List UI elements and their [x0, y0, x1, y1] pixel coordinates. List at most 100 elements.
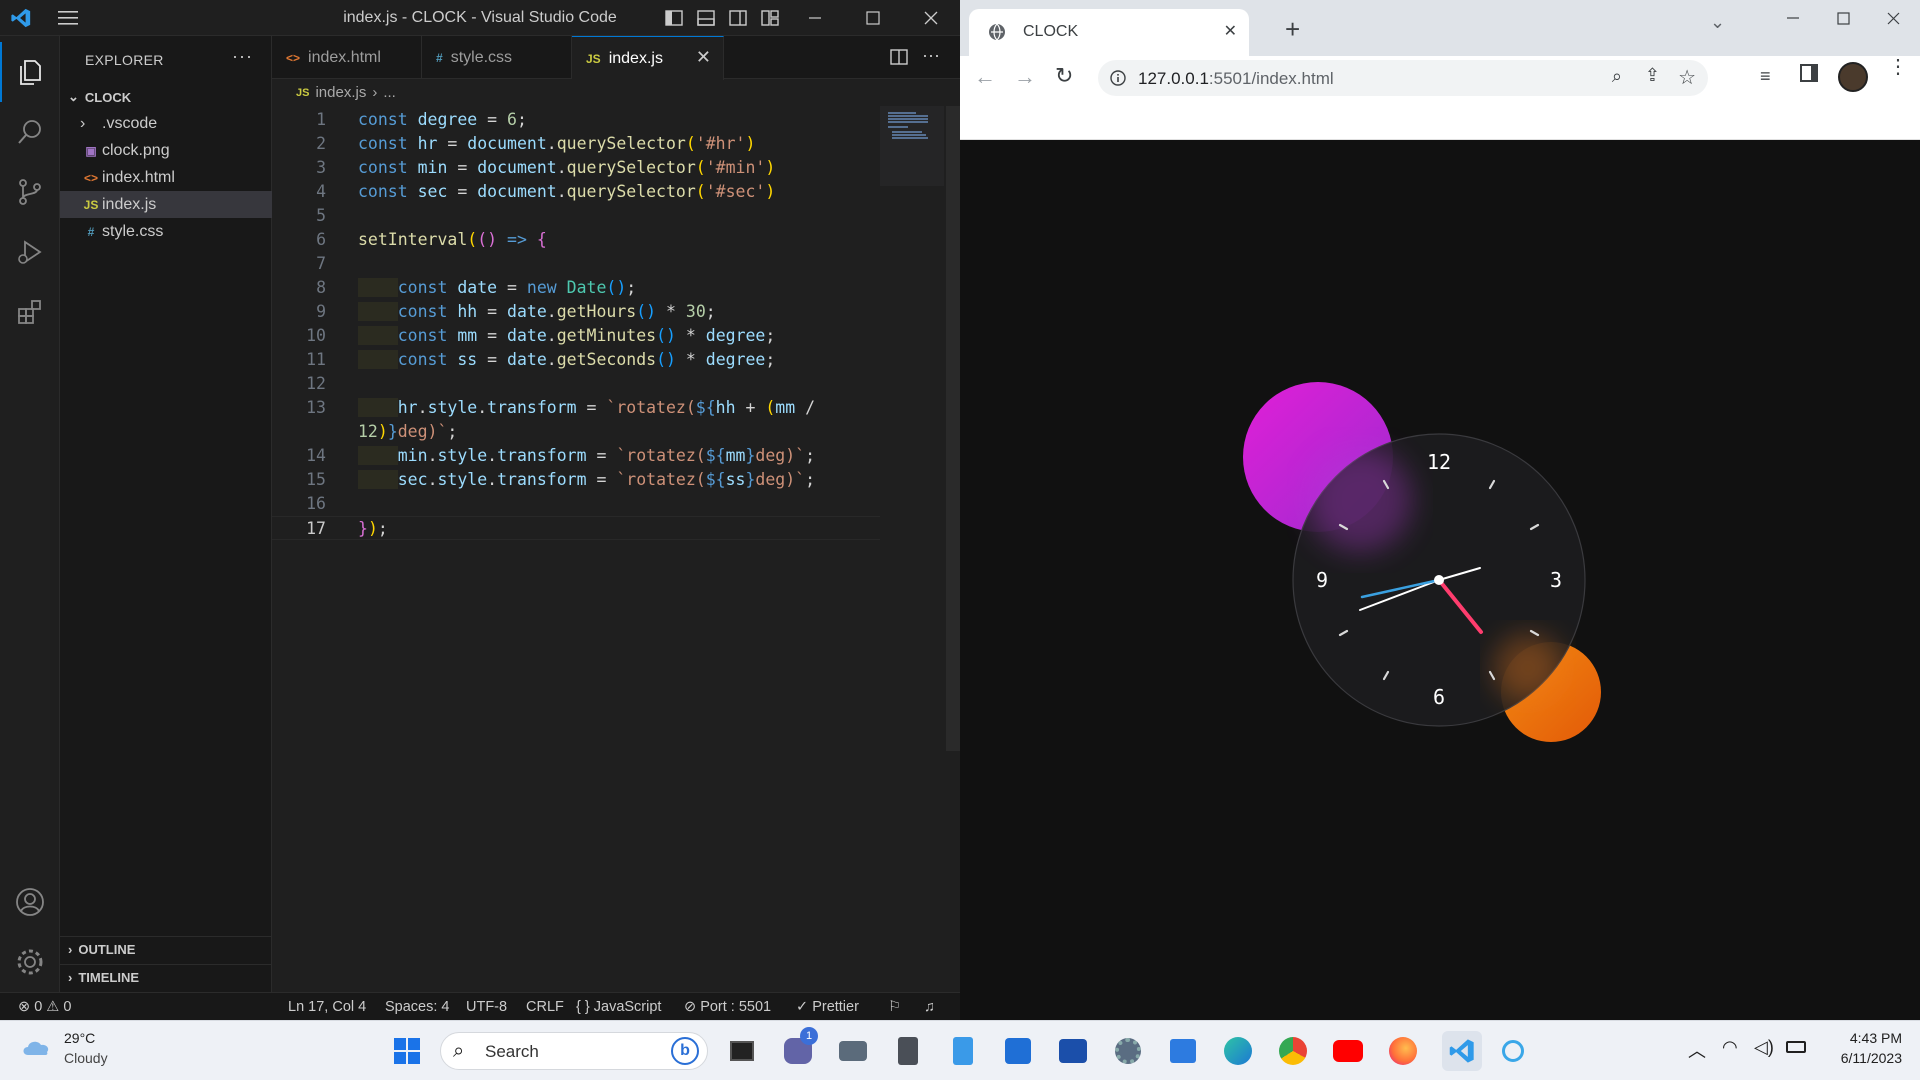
camera-icon[interactable]	[837, 1035, 869, 1067]
wifi-icon[interactable]: ◠	[1722, 1037, 1738, 1058]
browser-menu-icon[interactable]: ⋮	[1888, 57, 1908, 77]
feedback-icon[interactable]: ⚐	[888, 999, 901, 1015]
edge-browser-icon[interactable]	[1222, 1035, 1254, 1067]
side-panel-icon[interactable]	[1800, 64, 1818, 82]
explorer-icon[interactable]	[0, 42, 60, 102]
source-control-icon[interactable]	[0, 162, 60, 222]
new-tab-icon[interactable]: +	[1285, 14, 1300, 45]
outline-section[interactable]: › OUTLINE	[60, 936, 272, 962]
live-server-port[interactable]: ⊘ Port : 5501	[684, 999, 771, 1015]
html-file-icon: <>	[83, 170, 98, 185]
explorer-more-button[interactable]: ···	[232, 46, 253, 67]
vertical-scrollbar[interactable]	[946, 106, 960, 751]
firefox-icon[interactable]	[1387, 1035, 1419, 1067]
notifications-bell-icon[interactable]: ♫	[924, 999, 935, 1015]
title-bar: index.js - CLOCK - Visual Studio Code	[0, 0, 960, 36]
tree-item-label: .vscode	[102, 114, 158, 132]
calendar-icon[interactable]	[1002, 1035, 1034, 1067]
tree-item-clock-png[interactable]: ▣ clock.png	[60, 137, 272, 164]
clock-time[interactable]: 4:43 PM	[1820, 1030, 1902, 1046]
cursor-position[interactable]: Ln 17, Col 4	[288, 999, 366, 1015]
toggle-secondary-sidebar-icon[interactable]	[728, 8, 748, 28]
settings-gear-icon[interactable]	[1112, 1035, 1144, 1067]
tab-index-html[interactable]: <> index.html	[272, 36, 422, 79]
tree-item-style-css[interactable]: # style.css	[60, 218, 272, 245]
tab-search-chevron-icon[interactable]: ⌄	[1710, 12, 1725, 33]
folder-clock[interactable]: ⌄ CLOCK	[60, 84, 272, 110]
battery-icon[interactable]	[1786, 1041, 1806, 1053]
calculator-icon[interactable]	[892, 1035, 924, 1067]
bookmark-star-icon[interactable]: ☆	[1678, 65, 1696, 90]
tab-style-css[interactable]: # style.css	[422, 36, 572, 79]
timeline-section[interactable]: › TIMELINE	[60, 964, 272, 990]
task-view-icon[interactable]	[726, 1035, 758, 1067]
zoom-icon[interactable]: ⌕	[1612, 66, 1622, 87]
bing-icon[interactable]: b	[671, 1037, 699, 1065]
search-icon[interactable]	[0, 102, 60, 162]
teams-chat-icon[interactable]: 1	[782, 1027, 818, 1067]
accounts-icon[interactable]	[0, 872, 60, 932]
cloud-weather-icon[interactable]	[20, 1035, 54, 1059]
language-status[interactable]: { } JavaScript	[576, 999, 661, 1015]
weather-desc[interactable]: Cloudy	[64, 1050, 108, 1066]
code-editor[interactable]: 1 const degree = 6; 2 const hr = document.…	[272, 108, 880, 540]
site-info-icon[interactable]	[1110, 70, 1126, 86]
tab-index-js[interactable]: JS index.js ✕	[572, 36, 724, 80]
minimize-button[interactable]	[792, 0, 838, 36]
address-bar[interactable]: 127.0.0.1:5501/index.html ⌕ ⇪ ☆	[1098, 60, 1708, 96]
close-icon[interactable]: ✕	[696, 47, 711, 68]
chrome-icon[interactable]	[1277, 1035, 1309, 1067]
more-actions-icon[interactable]: ···	[922, 45, 940, 66]
prettier-status[interactable]: ✓ Prettier	[796, 999, 859, 1015]
extensions-icon[interactable]	[0, 282, 60, 342]
hamburger-menu-icon[interactable]	[58, 10, 78, 26]
taskbar-search-box[interactable]: ⌕ Search b	[440, 1032, 708, 1070]
whiteboard-icon[interactable]	[1057, 1035, 1089, 1067]
microsoft-store-icon[interactable]	[1167, 1035, 1199, 1067]
reading-list-icon[interactable]: ≡	[1760, 66, 1771, 87]
weather-temp[interactable]: 29°C	[64, 1030, 95, 1046]
minimap[interactable]	[880, 106, 944, 186]
tree-item-index-html[interactable]: <> index.html	[60, 164, 272, 191]
share-icon[interactable]: ⇪	[1645, 65, 1660, 86]
run-debug-icon[interactable]	[0, 222, 60, 282]
youtube-icon[interactable]	[1332, 1035, 1364, 1067]
vscode-taskbar-icon[interactable]	[1442, 1031, 1482, 1071]
url-text: 127.0.0.1:5501/index.html	[1138, 69, 1334, 88]
tab-label: style.css	[450, 48, 513, 66]
close-button[interactable]	[908, 0, 954, 36]
breadcrumb-file[interactable]: index.js	[315, 84, 366, 101]
encoding-status[interactable]: UTF-8	[466, 999, 507, 1015]
back-arrow-icon[interactable]: ←	[974, 64, 996, 90]
notepad-icon[interactable]	[947, 1035, 979, 1067]
manage-gear-icon[interactable]	[0, 932, 60, 992]
tree-item-label: clock.png	[102, 141, 170, 159]
forward-arrow-icon[interactable]: →	[1014, 64, 1036, 90]
toggle-primary-sidebar-icon[interactable]	[664, 8, 684, 28]
close-tab-icon[interactable]: ✕	[1224, 21, 1237, 41]
windows-start-icon[interactable]	[391, 1035, 423, 1067]
browser-tab-clock[interactable]: CLOCK ✕	[969, 9, 1249, 56]
split-editor-icon[interactable]	[890, 48, 908, 66]
outline-label: OUTLINE	[78, 942, 136, 957]
browser-maximize-button[interactable]	[1820, 0, 1866, 36]
problems-status[interactable]: ⊗ 0 ⚠ 0	[18, 999, 71, 1015]
globe-icon	[989, 23, 1005, 41]
toggle-panel-icon[interactable]	[696, 8, 716, 28]
reload-icon[interactable]: ↻	[1055, 63, 1073, 89]
maximize-button[interactable]	[850, 0, 896, 36]
tree-item-index-js[interactable]: JS index.js	[60, 191, 272, 218]
profile-avatar[interactable]	[1838, 62, 1868, 92]
browser-minimize-button[interactable]	[1770, 0, 1816, 36]
show-hidden-icons-chevron[interactable]: ︿	[1688, 1037, 1706, 1063]
indentation-status[interactable]: Spaces: 4	[385, 999, 450, 1015]
breadcrumb-rest[interactable]: ...	[383, 84, 396, 101]
search-icon: ⌕	[453, 1040, 465, 1062]
customize-layout-icon[interactable]	[760, 8, 780, 28]
cortana-circle-icon[interactable]	[1497, 1035, 1529, 1067]
volume-icon[interactable]: ◁)	[1754, 1037, 1774, 1058]
clock-date[interactable]: 6/11/2023	[1820, 1050, 1902, 1066]
tree-item-vscode[interactable]: › .vscode	[60, 110, 272, 137]
browser-close-button[interactable]	[1870, 0, 1916, 36]
eol-status[interactable]: CRLF	[526, 999, 564, 1015]
